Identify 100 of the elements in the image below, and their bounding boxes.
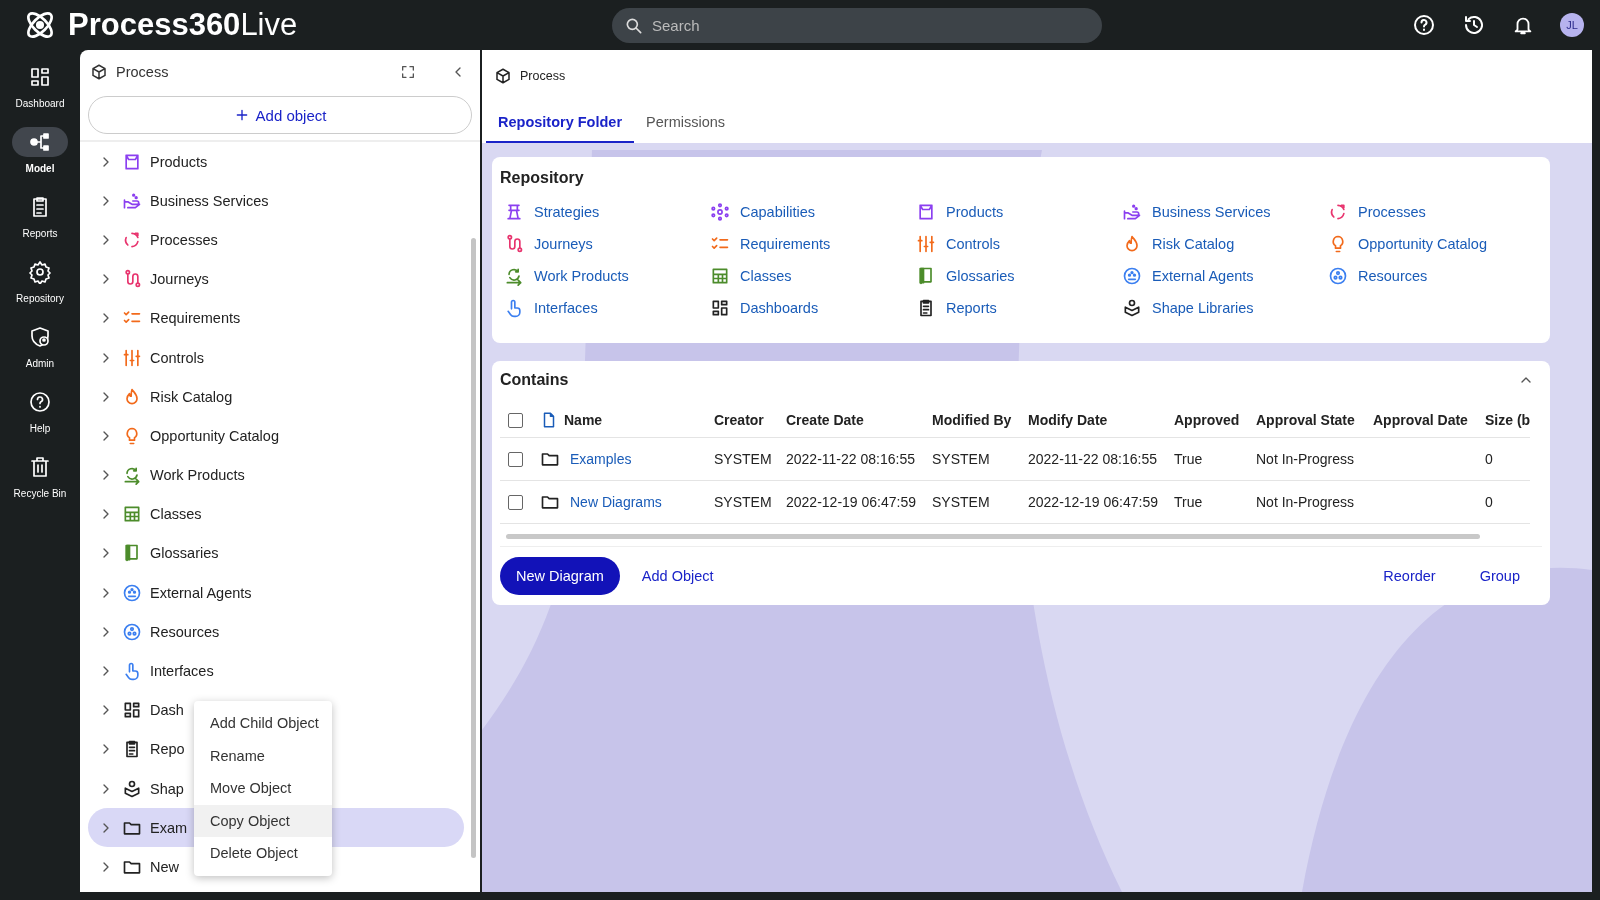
repository-link[interactable]: Capabilities (710, 201, 916, 223)
tree-item[interactable]: External Agents (98, 582, 252, 603)
table-cell: Not In-Progress (1256, 451, 1355, 467)
repository-link[interactable]: Dashboards (710, 297, 916, 319)
rail-nav-item[interactable]: Recycle Bin (1, 452, 79, 499)
repository-link[interactable]: Journeys (504, 233, 710, 255)
tree-item[interactable]: Risk Catalog (98, 386, 233, 407)
repository-link[interactable]: External Agents (1122, 265, 1328, 287)
menu-item[interactable]: Rename (194, 739, 332, 772)
menu-item[interactable]: Delete Object (194, 837, 332, 870)
tree-item[interactable]: Work Products (98, 465, 245, 486)
column-header: Creator (714, 403, 786, 438)
tree-item[interactable]: Repo (98, 739, 185, 760)
repository-link[interactable]: Opportunity Catalog (1328, 233, 1534, 255)
user-avatar[interactable]: JL (1560, 13, 1584, 37)
cube-icon (494, 66, 512, 85)
menu-item[interactable]: Add Child Object (194, 707, 332, 740)
table-cell: 2022-12-19 06:47:59 (786, 494, 916, 510)
table-cell: 0 (1485, 494, 1493, 510)
tree-item[interactable]: Opportunity Catalog (98, 425, 279, 446)
repository-link[interactable]: Shape Libraries (1122, 297, 1328, 319)
tree-item[interactable]: Journeys (98, 269, 209, 290)
cube-icon (90, 63, 108, 81)
repository-link[interactable]: Controls (916, 233, 1122, 255)
column-header: Size (b (1485, 403, 1531, 438)
row-checkbox[interactable] (508, 451, 523, 467)
folder-link[interactable]: New Diagrams (570, 494, 662, 510)
tree-item[interactable]: Classes (98, 504, 202, 525)
rail-nav-item[interactable]: Help (1, 387, 79, 434)
history-icon[interactable] (1462, 13, 1486, 37)
tree-item[interactable]: Interfaces (98, 661, 214, 682)
tree-item[interactable]: Glossaries (98, 543, 219, 564)
table-cell: 2022-11-22 08:16:55 (1028, 451, 1157, 467)
dashboard-icon (28, 65, 52, 89)
menu-item[interactable]: Move Object (194, 772, 332, 805)
rail-nav-item[interactable]: Repository (1, 257, 79, 304)
gear-icon (28, 260, 52, 284)
column-header: Approval State (1256, 403, 1373, 438)
repository-link[interactable]: Work Products (504, 265, 710, 287)
folder-link[interactable]: Examples (570, 451, 632, 467)
tree-item[interactable]: Requirements (98, 308, 241, 329)
tree-item[interactable]: Products (98, 151, 208, 172)
panel-title: Process (116, 64, 169, 80)
tree-item[interactable]: Shap (98, 778, 184, 799)
select-all-checkbox[interactable] (508, 412, 523, 428)
rail-nav-item[interactable]: Reports (1, 192, 79, 239)
repository-link[interactable]: Interfaces (504, 297, 710, 319)
app-logo-text: Process360Live (68, 7, 298, 43)
trash-icon (28, 455, 52, 479)
table-cell: 2022-12-19 06:47:59 (1028, 494, 1158, 510)
repository-link[interactable]: Business Services (1122, 201, 1328, 223)
card-title: Contains (500, 371, 569, 389)
repository-link[interactable]: Products (916, 201, 1122, 223)
menu-item[interactable]: Copy Object (194, 804, 332, 837)
expand-icon[interactable] (400, 64, 416, 80)
table-cell: 0 (1485, 451, 1493, 467)
add-object-link[interactable]: Add Object (619, 568, 736, 584)
table-cell: SYSTEM (714, 451, 772, 467)
rail-nav-item[interactable]: Dashboard (1, 62, 79, 109)
table-cell: SYSTEM (932, 451, 990, 467)
help-icon[interactable] (1412, 13, 1436, 37)
card-title: Repository (500, 169, 585, 187)
tree-item[interactable]: Processes (98, 229, 218, 250)
page-title: Process (520, 68, 566, 83)
tree-item[interactable]: Controls (98, 347, 204, 368)
column-header: Modified By (932, 403, 1028, 438)
search-field[interactable]: Search (612, 7, 1102, 43)
tree-item[interactable]: New (98, 856, 179, 877)
repository-link[interactable]: Processes (1328, 201, 1534, 223)
toolbar-link[interactable]: Group (1457, 568, 1542, 584)
table-cell: True (1174, 494, 1203, 510)
toolbar-link[interactable]: Reorder (1361, 568, 1458, 584)
tab[interactable]: Permissions (634, 102, 738, 143)
row-checkbox[interactable] (508, 494, 523, 510)
tree-item[interactable]: Dash (98, 700, 184, 721)
tab[interactable]: Repository Folder (486, 102, 635, 143)
repository-link[interactable]: Reports (916, 297, 1122, 319)
column-header: Name (540, 403, 714, 438)
table-cell: 2022-11-22 08:16:55 (786, 451, 915, 467)
add-object-button[interactable]: Add object (88, 96, 472, 134)
repository-link[interactable]: Strategies (504, 201, 710, 223)
table-cell: SYSTEM (714, 494, 772, 510)
column-header: Approval Date (1373, 403, 1485, 438)
table-cell: True (1174, 451, 1203, 467)
tree-item[interactable]: Resources (98, 621, 220, 642)
help-icon (28, 390, 52, 414)
new-diagram-button[interactable]: New Diagram (500, 557, 620, 595)
repository-link[interactable]: Glossaries (916, 265, 1122, 287)
repository-link[interactable]: Requirements (710, 233, 916, 255)
repository-link[interactable]: Resources (1328, 265, 1534, 287)
repository-link[interactable]: Risk Catalog (1122, 233, 1328, 255)
rail-nav-item[interactable]: Model (1, 127, 79, 174)
tree-item[interactable]: Business Services (98, 190, 269, 211)
table-cell: Not In-Progress (1256, 494, 1355, 510)
table-cell: SYSTEM (932, 494, 990, 510)
horizontal-scrollbar[interactable] (506, 534, 1480, 539)
repository-link[interactable]: Classes (710, 265, 916, 287)
scrollbar[interactable] (471, 238, 476, 858)
rail-nav-item[interactable]: Admin (1, 322, 79, 369)
column-header: Modify Date (1028, 403, 1174, 438)
